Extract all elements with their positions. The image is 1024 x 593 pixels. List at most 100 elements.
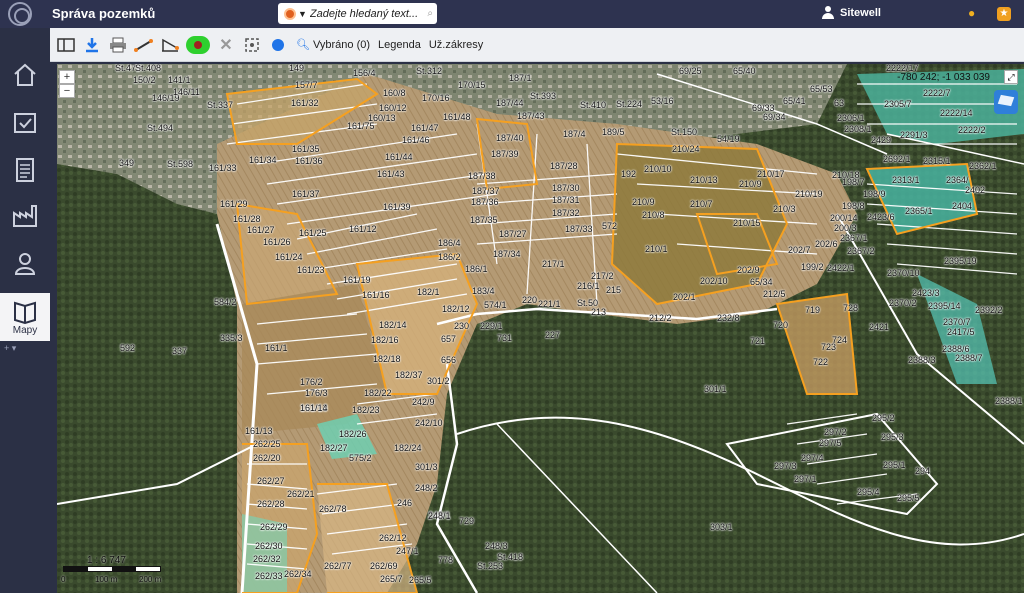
- parcel-label[interactable]: 335/3: [220, 334, 243, 343]
- parcel-label[interactable]: 69/34: [763, 113, 786, 122]
- parcel-label[interactable]: 574/1: [484, 301, 507, 310]
- parcel-label[interactable]: 182/1: [417, 288, 440, 297]
- parcel-label[interactable]: 210/17: [757, 170, 785, 179]
- parcel-label[interactable]: 161/37: [292, 190, 320, 199]
- parcel-label[interactable]: 210/9: [632, 198, 655, 207]
- parcel-label[interactable]: 2370/7: [943, 318, 971, 327]
- parcel-label[interactable]: 262/25: [253, 440, 281, 449]
- parcel-label[interactable]: 213: [591, 308, 606, 317]
- parcel-label[interactable]: 2308/1: [844, 125, 872, 134]
- search-type-icon[interactable]: [284, 7, 296, 20]
- search-box[interactable]: ▼ Zadejte hledaný text... ⌕: [278, 3, 437, 24]
- parcel-label[interactable]: 575/2: [349, 454, 372, 463]
- parcel-label[interactable]: 301/2: [427, 377, 450, 386]
- parcel-label[interactable]: 141/1: [168, 76, 191, 85]
- parcel-label[interactable]: 161/1: [265, 344, 288, 353]
- parcel-label[interactable]: 187/33: [565, 225, 593, 234]
- selected-items-button[interactable]: 🔍︎ Vybráno (0): [296, 34, 370, 56]
- parcel-label[interactable]: 187/27: [499, 230, 527, 239]
- parcel-label[interactable]: 183/4: [472, 287, 495, 296]
- parcel-label[interactable]: 187/28: [550, 162, 578, 171]
- parcel-label[interactable]: 202/7: [788, 246, 811, 255]
- parcel-label[interactable]: 2370/2: [889, 299, 917, 308]
- measure-area-icon[interactable]: [160, 34, 180, 56]
- parcel-label[interactable]: 297/3: [774, 462, 797, 471]
- parcel-label[interactable]: 161/35: [292, 145, 320, 154]
- layers-icon[interactable]: [994, 90, 1018, 114]
- parcel-label[interactable]: 176/3: [305, 389, 328, 398]
- parcel-label[interactable]: 187/32: [552, 209, 580, 218]
- parcel-label[interactable]: 199/2: [801, 263, 824, 272]
- parcel-label[interactable]: 170/15: [458, 81, 486, 90]
- parcel-label[interactable]: 721: [750, 337, 765, 346]
- parcel-label[interactable]: 160/13: [368, 114, 396, 123]
- parcel-label[interactable]: 2222/7: [923, 89, 951, 98]
- parcel-label[interactable]: 161/32: [291, 99, 319, 108]
- parcel-label[interactable]: 262/32: [253, 555, 281, 564]
- parcel-label[interactable]: 295/3: [881, 433, 904, 442]
- parcel-label[interactable]: 778: [438, 556, 453, 565]
- parcel-label[interactable]: 202/1: [673, 293, 696, 302]
- parcel-label[interactable]: 719: [805, 306, 820, 315]
- parcel-label[interactable]: 220: [522, 296, 537, 305]
- zoom-extent-icon[interactable]: [242, 34, 262, 56]
- parcel-label[interactable]: 2365/1: [905, 207, 933, 216]
- parcel-label[interactable]: 187/38: [468, 172, 496, 181]
- parcel-label[interactable]: 337: [172, 347, 187, 356]
- star-icon[interactable]: ★: [997, 7, 1011, 21]
- parcel-label[interactable]: 221/1: [538, 300, 561, 309]
- parcel-label[interactable]: 198/7: [842, 178, 865, 187]
- parcel-label[interactable]: 161/24: [275, 253, 303, 262]
- parcel-label[interactable]: 161/12: [349, 225, 377, 234]
- parcel-label[interactable]: 230: [454, 322, 469, 331]
- sidebar-item-home[interactable]: [0, 53, 50, 97]
- parcel-label[interactable]: 202/6: [815, 240, 838, 249]
- parcel-label[interactable]: 2315/1: [923, 157, 951, 166]
- parcel-label[interactable]: 2423/3: [912, 289, 940, 298]
- parcel-label[interactable]: 246: [397, 499, 412, 508]
- parcel-label[interactable]: 2402: [965, 186, 985, 195]
- parcel-label[interactable]: 187/36: [471, 198, 499, 207]
- parcel-label[interactable]: 2392/2: [975, 306, 1003, 315]
- parcel-label[interactable]: 161/28: [233, 215, 261, 224]
- parcel-label[interactable]: 189/5: [602, 128, 625, 137]
- parcel-label[interactable]: 262/20: [253, 454, 281, 463]
- parcel-label[interactable]: 724: [832, 336, 847, 345]
- parcel-label[interactable]: 65/41: [783, 97, 806, 106]
- parcel-label[interactable]: 265/5: [409, 576, 432, 585]
- zoom-in-button[interactable]: +: [59, 70, 75, 84]
- parcel-label[interactable]: 262/34: [284, 570, 312, 579]
- parcel-label[interactable]: 182/12: [442, 305, 470, 314]
- parcel-label[interactable]: 2395/14: [928, 302, 961, 311]
- parcel-label[interactable]: 182/18: [373, 355, 401, 364]
- parcel-label[interactable]: 210/7: [690, 200, 713, 209]
- parcel-label[interactable]: 248/1: [428, 512, 451, 521]
- parcel-label[interactable]: 262/12: [379, 534, 407, 543]
- parcel-label[interactable]: 161/75: [347, 122, 375, 131]
- fullscreen-icon[interactable]: ⤢: [1004, 70, 1018, 84]
- parcel-label[interactable]: 170/16: [422, 94, 450, 103]
- parcel-label[interactable]: St.312: [416, 67, 442, 76]
- parcel-label[interactable]: 210/10: [644, 165, 672, 174]
- parcel-label[interactable]: St.150: [671, 128, 697, 137]
- parcel-label[interactable]: 187/4: [563, 130, 586, 139]
- parcel-label[interactable]: 210/19: [795, 190, 823, 199]
- sidebar-item-users[interactable]: [0, 241, 50, 285]
- parcel-label[interactable]: 262/33: [255, 572, 283, 581]
- parcel-label[interactable]: 187/44: [496, 99, 524, 108]
- parcel-label[interactable]: 262/77: [324, 562, 352, 571]
- parcel-label[interactable]: 161/27: [247, 226, 275, 235]
- parcel-label[interactable]: 65/40: [733, 67, 756, 76]
- parcel-label[interactable]: 2367/2: [847, 247, 875, 256]
- parcel-label[interactable]: St.337: [207, 101, 233, 110]
- parcel-label[interactable]: 161/19: [343, 276, 371, 285]
- parcel-label[interactable]: 157/7: [295, 81, 318, 90]
- sidebar-item-tasks[interactable]: [0, 100, 50, 144]
- parcel-label[interactable]: 2222/2: [958, 126, 986, 135]
- parcel-label[interactable]: 54/19: [717, 135, 740, 144]
- parcel-label[interactable]: 192: [621, 170, 636, 179]
- print-icon[interactable]: [108, 34, 128, 56]
- parcel-label[interactable]: 242/10: [415, 419, 443, 428]
- parcel-label[interactable]: 248/2: [415, 484, 438, 493]
- parcel-label[interactable]: 2429: [871, 136, 891, 145]
